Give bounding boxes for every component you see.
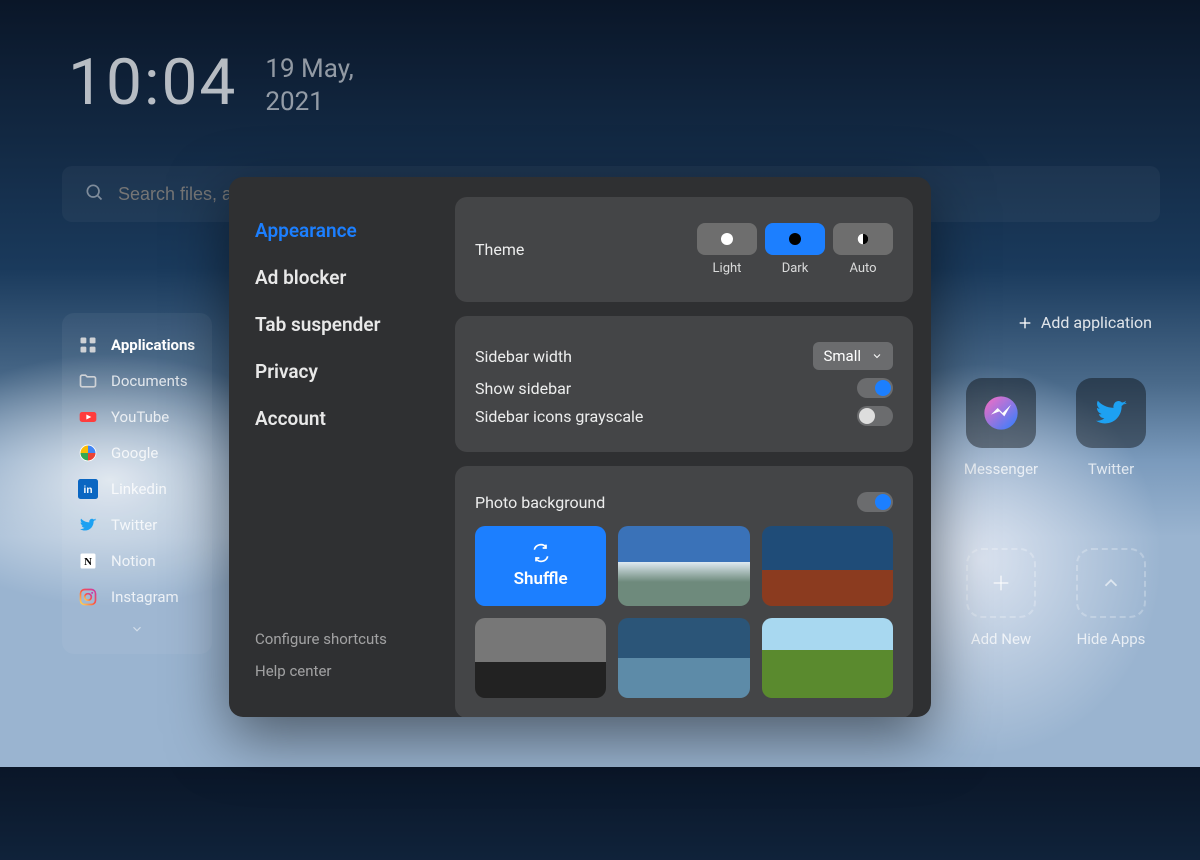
settings-modal: Appearance Ad blocker Tab suspender Priv… (229, 177, 931, 717)
sidebar-item-label: Notion (111, 552, 156, 570)
nav-appearance[interactable]: Appearance (251, 207, 429, 254)
nav-privacy[interactable]: Privacy (251, 348, 429, 395)
shuffle-button[interactable]: Shuffle (475, 526, 606, 606)
svg-text:N: N (84, 556, 92, 568)
theme-label: Theme (475, 240, 524, 259)
instagram-icon (78, 587, 98, 607)
sidebar-expand[interactable] (74, 615, 200, 646)
nav-help-center[interactable]: Help center (251, 655, 429, 687)
sidebar-item-documents[interactable]: Documents (74, 363, 200, 399)
twitter-icon (1092, 394, 1130, 432)
app-tile-twitter[interactable]: Twitter (1066, 378, 1156, 478)
photo-bg-toggle[interactable] (857, 492, 893, 512)
clock-time: 10:04 (68, 45, 237, 120)
plus-icon (1017, 315, 1033, 331)
add-application-label: Add application (1041, 313, 1152, 332)
icons-grayscale-label: Sidebar icons grayscale (475, 407, 643, 426)
youtube-icon (78, 407, 98, 427)
chevron-down-icon (130, 622, 144, 636)
theme-option-auto[interactable]: Auto (833, 223, 893, 276)
messenger-icon (981, 393, 1021, 433)
wallpaper-thumb-2[interactable] (762, 526, 893, 606)
clock-date: 19 May, 2021 (265, 53, 353, 118)
chevron-up-icon (1100, 572, 1122, 594)
header: 10:04 19 May, 2021 (68, 45, 354, 120)
search-icon (84, 182, 104, 206)
nav-tab-suspender[interactable]: Tab suspender (251, 301, 429, 348)
sidebar-item-label: Twitter (111, 516, 157, 534)
half-moon-icon (856, 232, 870, 246)
settings-nav: Appearance Ad blocker Tab suspender Priv… (229, 177, 451, 717)
sidebar-item-youtube[interactable]: YouTube (74, 399, 200, 435)
wallpaper-thumb-5[interactable] (762, 618, 893, 698)
sidebar-item-label: Google (111, 444, 158, 462)
folder-icon (78, 371, 98, 391)
dark-dot-icon (789, 233, 801, 245)
app-tile-hide-apps[interactable]: Hide Apps (1066, 548, 1156, 648)
sidebar-item-applications[interactable]: Applications (74, 327, 200, 363)
linkedin-icon: in (78, 479, 98, 499)
wallpaper-thumb-4[interactable] (618, 618, 749, 698)
show-sidebar-toggle[interactable] (857, 378, 893, 398)
icons-grayscale-toggle[interactable] (857, 406, 893, 426)
theme-option-light[interactable]: Light (697, 223, 757, 276)
sidebar-item-linkedin[interactable]: in Linkedin (74, 471, 200, 507)
sidebar-item-label: Linkedin (111, 480, 167, 498)
nav-ad-blocker[interactable]: Ad blocker (251, 254, 429, 301)
sidebar-item-google[interactable]: Google (74, 435, 200, 471)
google-icon (78, 443, 98, 463)
wallpaper-thumb-3[interactable] (475, 618, 606, 698)
grid-icon (78, 335, 98, 355)
app-tile-messenger[interactable]: Messenger (956, 378, 1046, 478)
sidebar-width-dropdown[interactable]: Small (813, 342, 893, 370)
sidebar-item-notion[interactable]: N Notion (74, 543, 200, 579)
sidebar-width-label: Sidebar width (475, 347, 572, 366)
show-sidebar-label: Show sidebar (475, 379, 571, 398)
sidebar-settings-panel: Sidebar width Small Show sidebar Sidebar… (455, 316, 913, 452)
shuffle-icon (531, 543, 551, 563)
sidebar-item-label: YouTube (111, 408, 169, 426)
wallpaper-thumb-1[interactable] (618, 526, 749, 606)
photo-background-panel: Photo background Shuffle (455, 466, 913, 717)
sidebar: Applications Documents YouTube Google in… (62, 313, 212, 654)
notion-icon: N (78, 551, 98, 571)
svg-text:in: in (84, 485, 93, 496)
chevron-down-icon (871, 350, 883, 362)
nav-account[interactable]: Account (251, 395, 429, 442)
sidebar-item-label: Applications (111, 336, 195, 354)
sidebar-item-label: Instagram (111, 588, 179, 606)
app-tile-add-new[interactable]: Add New (956, 548, 1046, 648)
theme-option-dark[interactable]: Dark (765, 223, 825, 276)
nav-configure-shortcuts[interactable]: Configure shortcuts (251, 623, 429, 655)
sidebar-item-instagram[interactable]: Instagram (74, 579, 200, 615)
sidebar-item-twitter[interactable]: Twitter (74, 507, 200, 543)
twitter-icon (78, 515, 98, 535)
plus-icon (990, 572, 1012, 594)
sidebar-item-label: Documents (111, 372, 188, 390)
add-application-button[interactable]: Add application (1017, 313, 1152, 332)
photo-bg-label: Photo background (475, 493, 605, 512)
theme-panel: Theme Light Dark Auto (455, 197, 913, 302)
light-dot-icon (721, 233, 733, 245)
